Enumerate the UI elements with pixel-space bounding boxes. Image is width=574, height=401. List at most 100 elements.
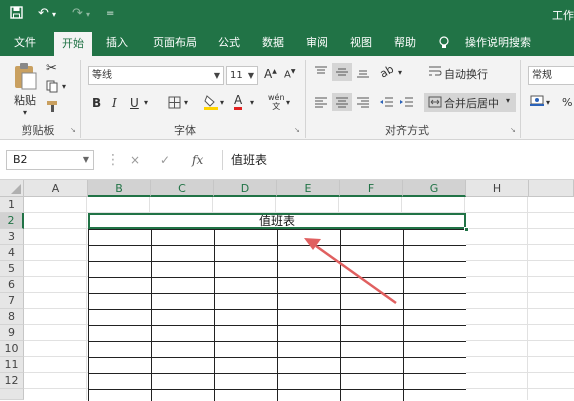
formula-bar-grip-icon: ⋮	[106, 152, 120, 168]
row-header-12[interactable]: 12	[0, 373, 24, 389]
clipboard-group-label: 剪贴板	[21, 124, 55, 137]
row-header-9[interactable]: 9	[0, 325, 24, 341]
row-header-5[interactable]: 5	[0, 261, 24, 277]
row-header-13[interactable]	[0, 389, 24, 400]
wrap-text-button[interactable]: 自动换行	[444, 66, 488, 82]
confirm-icon[interactable]: ✓	[160, 150, 170, 170]
grow-font-button[interactable]: A▲	[264, 67, 277, 81]
tab-formulas[interactable]: 公式	[212, 30, 246, 56]
column-header-b[interactable]: B	[88, 180, 151, 197]
underline-dropdown-icon[interactable]: ▾	[144, 98, 148, 107]
undo-icon[interactable]: ↶	[38, 6, 49, 21]
percent-icon[interactable]: %	[562, 96, 572, 109]
align-center-icon[interactable]	[332, 93, 352, 111]
row-header-6[interactable]: 6	[0, 277, 24, 293]
formula-input[interactable]: 值班表	[222, 150, 574, 170]
tab-data[interactable]: 数据	[256, 30, 290, 56]
increase-indent-icon[interactable]	[400, 96, 414, 111]
orientation-icon[interactable]: ab	[378, 62, 396, 80]
row-header-2[interactable]: 2	[0, 213, 24, 229]
undo-dropdown-icon[interactable]: ▾	[52, 10, 56, 19]
align-right-icon[interactable]	[356, 96, 370, 111]
save-icon[interactable]	[10, 6, 23, 23]
number-format-select[interactable]: 常规	[528, 66, 574, 85]
orientation-dropdown-icon[interactable]: ▾	[398, 68, 402, 77]
borders-icon[interactable]	[168, 96, 181, 112]
worksheet-grid: A B C D E F G H 1 2 3 4 5 6 7 8 9 10 11 …	[0, 180, 574, 401]
ribbon-tabs: 文件 开始 插入 页面布局 公式 数据 审阅 视图 帮助 操作说明搜索	[0, 30, 574, 56]
column-header-h[interactable]: H	[466, 180, 529, 197]
italic-button[interactable]: I	[112, 96, 117, 110]
cancel-icon[interactable]: ×	[130, 150, 140, 170]
row-header-4[interactable]: 4	[0, 245, 24, 261]
font-color-dropdown-icon[interactable]: ▾	[250, 98, 254, 107]
align-top-icon[interactable]	[314, 66, 328, 81]
copy-dropdown-icon[interactable]: ▾	[62, 82, 66, 91]
font-color-button[interactable]: A	[234, 94, 243, 110]
row-header-11[interactable]: 11	[0, 357, 24, 373]
tab-home[interactable]: 开始	[54, 32, 92, 56]
cell-area[interactable]: 值班表	[24, 197, 574, 401]
font-name-select[interactable]: 等线 ▼	[88, 66, 224, 85]
customize-toolbar-button[interactable]: =	[106, 8, 114, 19]
align-bottom-icon[interactable]	[356, 66, 370, 81]
tab-insert[interactable]: 插入	[100, 30, 134, 56]
ribbon-separator	[80, 60, 81, 138]
bold-button[interactable]: B	[92, 96, 101, 110]
merge-center-button[interactable]: 合并后居中 ▾	[424, 93, 516, 112]
tab-help[interactable]: 帮助	[388, 30, 422, 56]
tab-view[interactable]: 视图	[344, 30, 378, 56]
lightbulb-icon	[436, 30, 452, 56]
underline-button[interactable]: U	[130, 96, 139, 110]
borders-dropdown-icon[interactable]: ▾	[184, 98, 188, 107]
paste-dropdown-icon[interactable]: ▾	[18, 108, 32, 117]
chevron-down-icon: ▼	[247, 71, 254, 80]
phonetic-dropdown-icon[interactable]: ▾	[286, 98, 290, 107]
fill-color-dropdown-icon[interactable]: ▾	[220, 98, 224, 107]
column-header-e[interactable]: E	[277, 180, 340, 197]
align-middle-icon[interactable]	[332, 63, 352, 81]
merge-dropdown-icon[interactable]: ▾	[506, 96, 510, 105]
redo-dropdown-icon[interactable]: ▾	[86, 10, 90, 19]
copy-icon[interactable]	[46, 80, 59, 96]
column-header-i[interactable]	[529, 180, 574, 197]
clipboard-launcher-icon[interactable]: ↘	[70, 126, 76, 134]
format-painter-icon[interactable]	[46, 100, 59, 116]
row-header-3[interactable]: 3	[0, 229, 24, 245]
fill-color-icon[interactable]	[204, 94, 218, 113]
tell-me-search[interactable]: 操作说明搜索	[452, 30, 544, 56]
select-all-button[interactable]	[0, 180, 24, 197]
currency-icon[interactable]	[530, 94, 544, 110]
column-header-c[interactable]: C	[151, 180, 214, 197]
column-header-d[interactable]: D	[214, 180, 277, 197]
font-size-select[interactable]: 11 ▼	[226, 66, 258, 85]
name-box[interactable]: B2 ▼	[6, 150, 94, 170]
row-header-8[interactable]: 8	[0, 309, 24, 325]
fill-handle[interactable]	[464, 227, 469, 232]
bordered-table	[88, 213, 466, 401]
tab-file[interactable]: 文件	[8, 30, 42, 56]
row-header-1[interactable]: 1	[0, 197, 24, 213]
font-launcher-icon[interactable]: ↘	[294, 126, 300, 134]
merged-cell-b2-g2[interactable]: 值班表	[88, 213, 466, 229]
currency-dropdown-icon[interactable]: ▾	[546, 98, 550, 107]
tab-review[interactable]: 审阅	[300, 30, 334, 56]
paste-button[interactable]: 粘贴	[10, 92, 40, 108]
wrap-text-icon[interactable]	[428, 65, 442, 80]
insert-function-icon[interactable]: fx	[192, 150, 203, 170]
column-header-f[interactable]: F	[340, 180, 403, 197]
shrink-font-button[interactable]: A▼	[284, 68, 295, 80]
row-header-7[interactable]: 7	[0, 293, 24, 309]
align-left-icon[interactable]	[314, 96, 328, 111]
decrease-indent-icon[interactable]	[380, 96, 394, 111]
phonetic-guide-button[interactable]: wén 文	[268, 93, 285, 111]
redo-icon[interactable]: ↷	[72, 6, 83, 21]
alignment-launcher-icon[interactable]: ↘	[510, 126, 516, 134]
row-header-10[interactable]: 10	[0, 341, 24, 357]
tab-page-layout[interactable]: 页面布局	[146, 30, 204, 56]
paste-icon[interactable]	[12, 62, 38, 90]
title-bar: ↶ ▾ ↷ ▾ = 工作	[0, 0, 574, 30]
column-header-a[interactable]: A	[24, 180, 88, 197]
cut-icon[interactable]: ✂	[46, 61, 57, 76]
column-header-g[interactable]: G	[403, 180, 466, 197]
